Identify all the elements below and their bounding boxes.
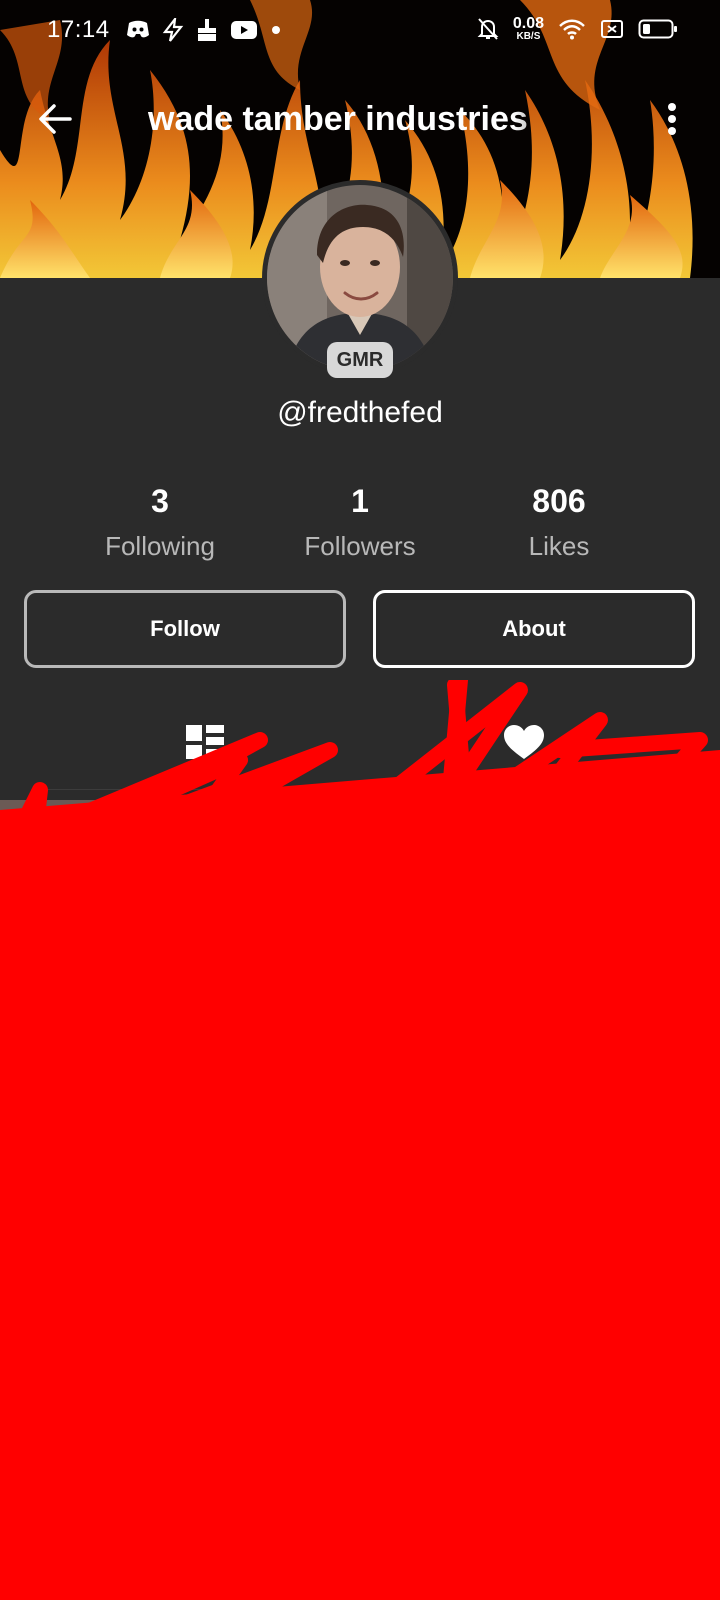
- more-options-button[interactable]: [654, 98, 690, 142]
- video-thumbnail[interactable]: [0, 1140, 236, 1470]
- status-time: 17:14: [47, 16, 110, 43]
- stat-likes-label: Likes: [528, 531, 590, 561]
- app-bar: wade tamber industries: [0, 80, 720, 160]
- network-speed-unit: KB/S: [516, 31, 541, 42]
- stat-followers-value: 1: [351, 483, 369, 519]
- mute-icon: [477, 18, 499, 40]
- brush-icon: [198, 19, 216, 41]
- stat-following-label: Following: [105, 531, 215, 561]
- wifi-icon: [559, 19, 585, 40]
- sim-off-icon: [601, 20, 623, 38]
- tab-liked[interactable]: [494, 719, 554, 769]
- stat-likes: 806 Likes: [459, 480, 659, 570]
- network-speed-value: 0.08: [512, 15, 544, 32]
- more-vertical-icon: [668, 103, 676, 135]
- stat-following-value: 3: [151, 483, 169, 519]
- dot-icon: [272, 26, 280, 34]
- bolt-icon: [162, 18, 184, 42]
- grid-icon: [186, 725, 224, 759]
- video-thumbnail[interactable]: [242, 1140, 478, 1470]
- profile-badge: GMR: [327, 342, 393, 378]
- heart-icon: [504, 725, 544, 759]
- youtube-icon: [231, 21, 257, 39]
- video-grid: [0, 800, 720, 1600]
- follow-button[interactable]: Follow: [24, 590, 346, 668]
- stat-likes-value: 806: [532, 483, 586, 519]
- back-button[interactable]: [34, 97, 78, 141]
- username: @fredthefed: [277, 396, 443, 429]
- stat-followers[interactable]: 1 Followers: [260, 480, 460, 570]
- profile-title: wade tamber industries: [148, 100, 528, 138]
- video-thumbnail[interactable]: [242, 800, 478, 1130]
- tab-videos[interactable]: [174, 719, 234, 769]
- stat-followers-label: Followers: [304, 531, 416, 561]
- video-thumbnail[interactable]: [484, 800, 720, 1130]
- video-thumbnail[interactable]: [0, 800, 236, 1130]
- status-bar: 17:14 0.08 KB/S: [0, 0, 720, 64]
- content-tabs: [34, 705, 686, 790]
- status-right-icons: 0.08 KB/S: [477, 16, 678, 42]
- status-left-icons: [126, 18, 282, 42]
- network-speed: 0.08 KB/S: [513, 16, 544, 42]
- stat-following[interactable]: 3 Following: [60, 480, 260, 570]
- discord-icon: [127, 20, 149, 38]
- battery-icon: [638, 19, 677, 39]
- video-thumbnail[interactable]: [484, 1140, 720, 1470]
- about-button[interactable]: About: [373, 590, 695, 668]
- profile-stats: 3 Following 1 Followers 806 Likes: [0, 480, 720, 570]
- arrow-left-icon: [39, 104, 72, 134]
